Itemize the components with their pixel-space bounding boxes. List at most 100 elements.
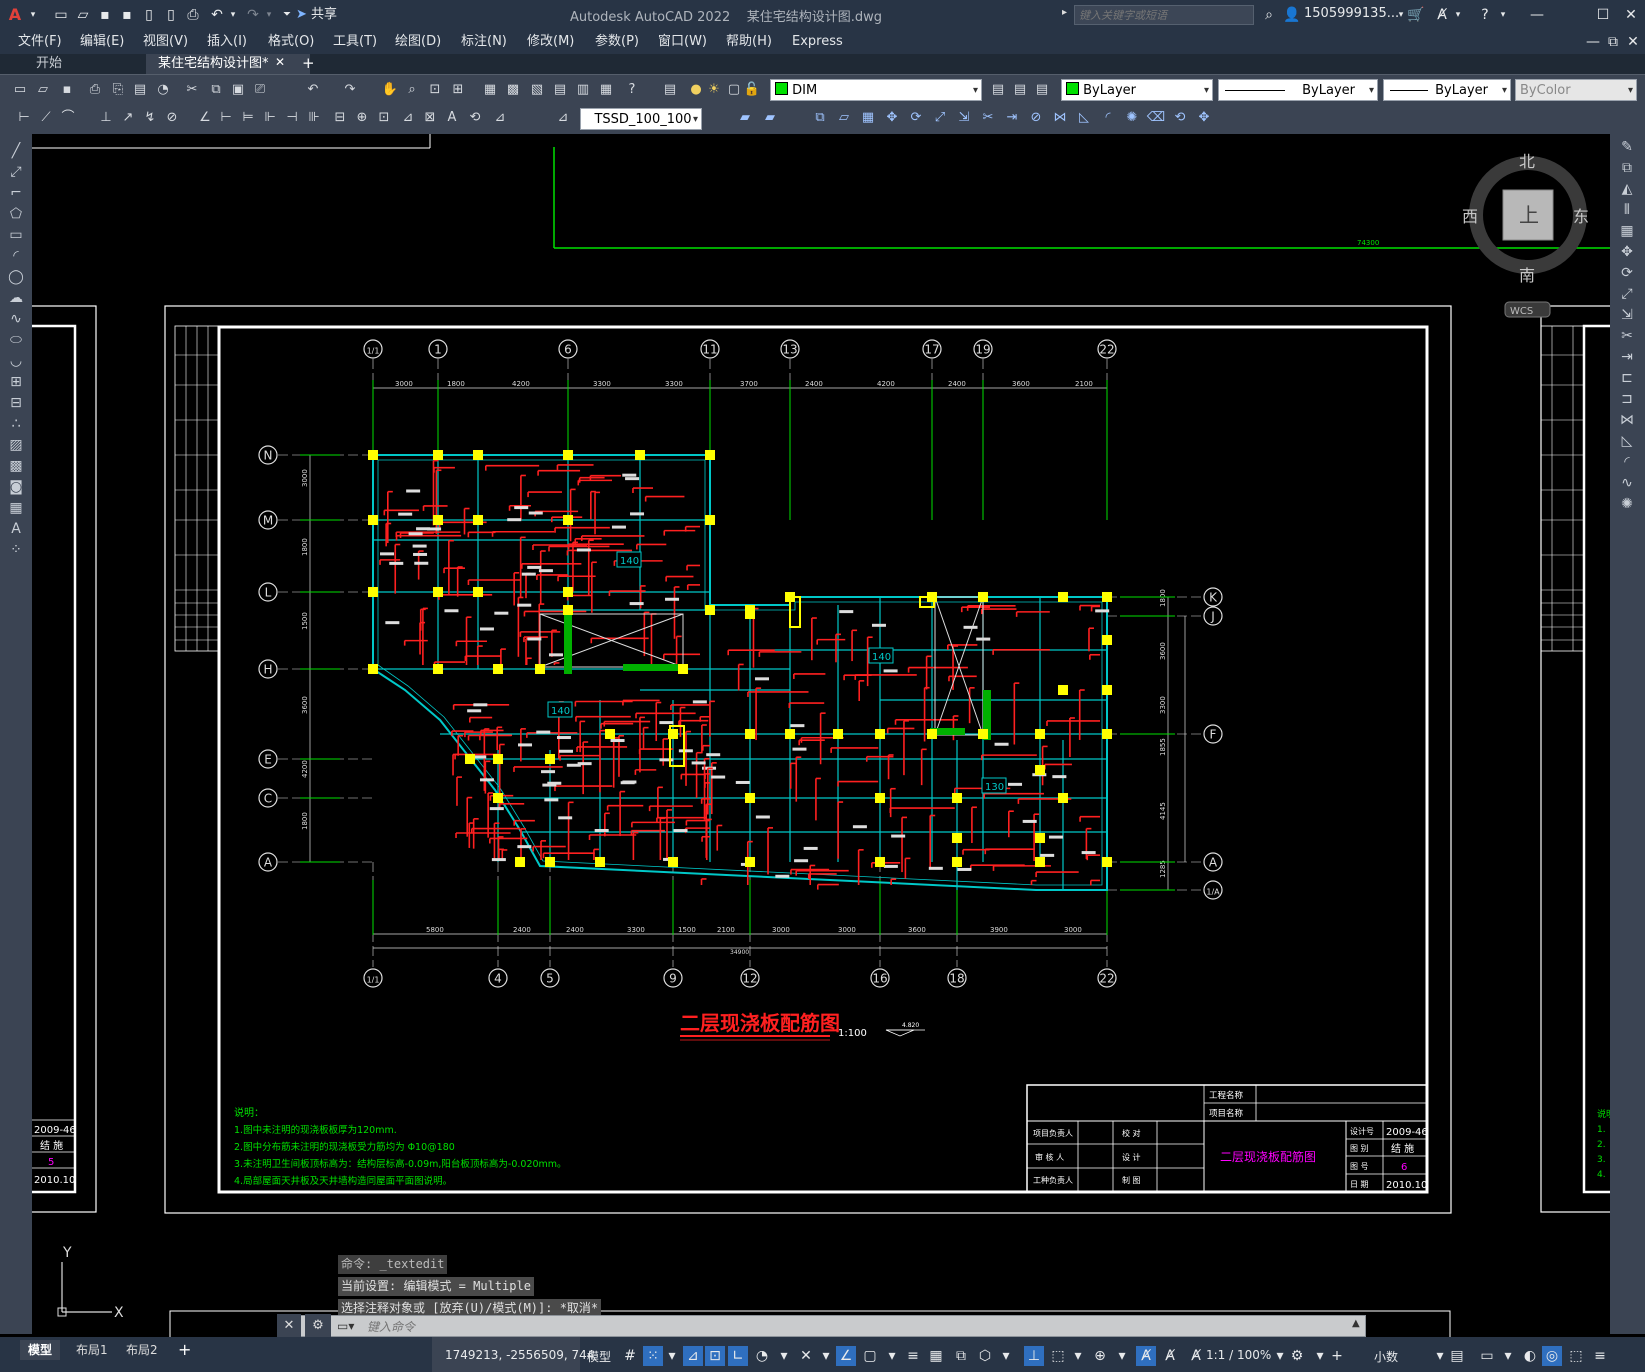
units-display[interactable]: 小数 [1374,1348,1398,1365]
minimize-icon[interactable]: — [1528,6,1546,24]
radius-dim-icon[interactable]: ↗ [118,108,138,128]
command-recent-icon[interactable]: ▭▾ [337,1318,363,1334]
maximize-icon[interactable]: ☐ [1594,6,1612,24]
command-scroll-icon[interactable]: ▲ [1352,1318,1360,1329]
transparency-icon[interactable]: ▦ [926,1346,946,1366]
viewcube-west[interactable]: 西 [1462,207,1478,226]
doc-minimize-icon[interactable]: — [1584,33,1602,51]
model-space-button[interactable]: 模型 [587,1348,611,1365]
menu-file[interactable]: 文件(F) [18,30,62,54]
plot-icon[interactable]: ⎙ [184,6,202,24]
plotstyle-dropdown[interactable]: ByColor ▾ [1515,79,1637,101]
properties-icon[interactable]: ▦ [480,80,500,100]
redo-icon[interactable]: ↷ [340,80,360,100]
copy-tool-icon[interactable]: ⧉ [1618,159,1636,177]
viewcube-south[interactable]: 南 [1519,266,1535,285]
point-icon[interactable]: ∴ [7,415,25,433]
quick-properties-icon[interactable]: ▤ [1447,1346,1467,1366]
table-icon[interactable]: ▦ [7,499,25,517]
clean-screen-icon[interactable]: ⬚ [1566,1346,1586,1366]
command-close-icon[interactable]: ✕ [277,1314,301,1338]
ortho-icon[interactable]: ∟ [728,1346,748,1366]
fillet-icon[interactable]: ◜ [1098,108,1118,128]
move-icon[interactable]: ✥ [882,108,902,128]
undo-chevron-icon[interactable]: ▾ [224,6,242,24]
a360-chevron-icon[interactable]: ▾ [1449,6,1467,24]
menu-window[interactable]: 窗口(W) [658,30,707,54]
linear-dim-icon[interactable]: ⊢ [14,108,34,128]
menu-modify[interactable]: 修改(M) [527,30,574,54]
zoom-window-icon[interactable]: ⊡ [425,80,445,100]
3d-osnap-chevron-icon[interactable]: ▾ [996,1346,1016,1366]
color-dropdown[interactable]: ByLayer ▾ [1061,79,1213,101]
region-icon[interactable]: ◙ [7,478,25,496]
quickcalc-icon[interactable]: ▦ [596,80,616,100]
command-customize-icon[interactable]: ⚙ [305,1314,331,1338]
make-current-icon[interactable]: ▤ [988,80,1008,100]
tab-layout2[interactable]: 布局2 [120,1340,164,1360]
array-icon[interactable]: ▦ [858,108,878,128]
app-menu-chevron-icon[interactable]: ▾ [24,6,42,24]
object-snap-icon[interactable]: ▢ [860,1346,880,1366]
trim-tool-icon[interactable]: ✂ [1618,327,1636,345]
annotation-visibility-icon[interactable]: Ⱥ [1136,1346,1156,1366]
user-icon[interactable]: 👤 [1283,6,1301,24]
drawing-canvas[interactable]: 74300 2009-46 结 施 5 2010.10 说明 1. 2. 3. … [32,134,1610,1337]
copy-obj-icon[interactable]: ⧉ [810,108,830,128]
dynamic-ucs-icon[interactable]: ⊥ [1024,1346,1044,1366]
open-icon[interactable]: ▱ [33,80,53,100]
snap-mode-icon[interactable]: ⁙ [643,1346,663,1366]
aligned-dim-icon[interactable]: ⟋ [36,108,56,128]
zoom-previous-icon[interactable]: ⊞ [448,80,468,100]
line-icon[interactable]: ╱ [7,142,25,160]
layer-on-icon[interactable]: ● [686,80,706,100]
cart-icon[interactable]: 🛒 [1407,6,1425,24]
auto-scale-icon[interactable]: Ⱥ [1160,1346,1180,1366]
help-chevron-icon[interactable]: ▾ [1494,6,1512,24]
customization-icon[interactable]: ≡ [1590,1346,1610,1366]
layer-viewport-icon[interactable]: ▢ [724,80,744,100]
user-name[interactable]: 1505999135... [1304,6,1399,21]
explode-tool-icon[interactable]: ✺ [1618,495,1636,513]
osnap-chevron-icon[interactable]: ▾ [882,1346,902,1366]
menu-view[interactable]: 视图(V) [143,30,188,54]
tab-model[interactable]: 模型 [20,1340,61,1360]
tab-drawing[interactable]: 某住宅结构设计图* [146,54,310,74]
dim-update-icon[interactable]: ⟲ [465,108,485,128]
viewcube-east[interactable]: 东 [1573,207,1589,226]
rotate-icon[interactable]: ⟳ [906,108,926,128]
jogged-dim-icon[interactable]: ↯ [140,108,160,128]
gizmo-chevron-icon[interactable]: ▾ [1112,1346,1132,1366]
design-center-icon[interactable]: ▩ [503,80,523,100]
ordinate-dim-icon[interactable]: ⊥ [96,108,116,128]
dim-style-icon[interactable]: ⊿ [490,108,510,128]
3d-osnap-icon[interactable]: ⬡ [975,1346,995,1366]
grid-display-icon[interactable]: # [620,1346,640,1366]
inspection-icon[interactable]: ⊡ [374,108,394,128]
break-icon[interactable]: ⊘ [1026,108,1046,128]
scale-tool-icon[interactable]: ⤢ [1618,285,1636,303]
chamfer-tool-icon[interactable]: ◺ [1618,432,1636,450]
tool-palettes-icon[interactable]: ▧ [527,80,547,100]
dimstyle-dropdown[interactable]: TSSD_100_100 ▾ [580,108,702,130]
coordinate-readout[interactable]: 1749213, -2556509, 744 [445,1348,594,1362]
break-point-icon[interactable]: ⊏ [1618,369,1636,387]
save-icon[interactable]: ▪ [96,6,114,24]
layer-state-icon[interactable]: ▤ [1032,80,1052,100]
angular-dim-icon[interactable]: ∠ [195,108,215,128]
doc-restore-icon[interactable]: ⧉ [1604,33,1622,51]
join-tool-icon[interactable]: ⋈ [1618,411,1636,429]
chamfer-icon[interactable]: ◺ [1074,108,1094,128]
paste-icon[interactable]: ▣ [228,80,248,100]
move-tool-icon[interactable]: ✥ [1618,243,1636,261]
menu-help[interactable]: 帮助(H) [726,30,772,54]
stretch-icon[interactable]: ⇲ [954,108,974,128]
rectangle-icon[interactable]: ▭ [7,226,25,244]
extend-icon[interactable]: ⇥ [1002,108,1022,128]
save-icon[interactable]: ▪ [57,80,77,100]
close-icon[interactable]: ✕ [1622,6,1640,24]
selection-filter-icon[interactable]: ⬚ [1048,1346,1068,1366]
rotate-tool-icon[interactable]: ⟳ [1618,264,1636,282]
menu-dimension[interactable]: 标注(N) [461,30,507,54]
ellipse-icon[interactable]: ⬭ [7,331,25,349]
